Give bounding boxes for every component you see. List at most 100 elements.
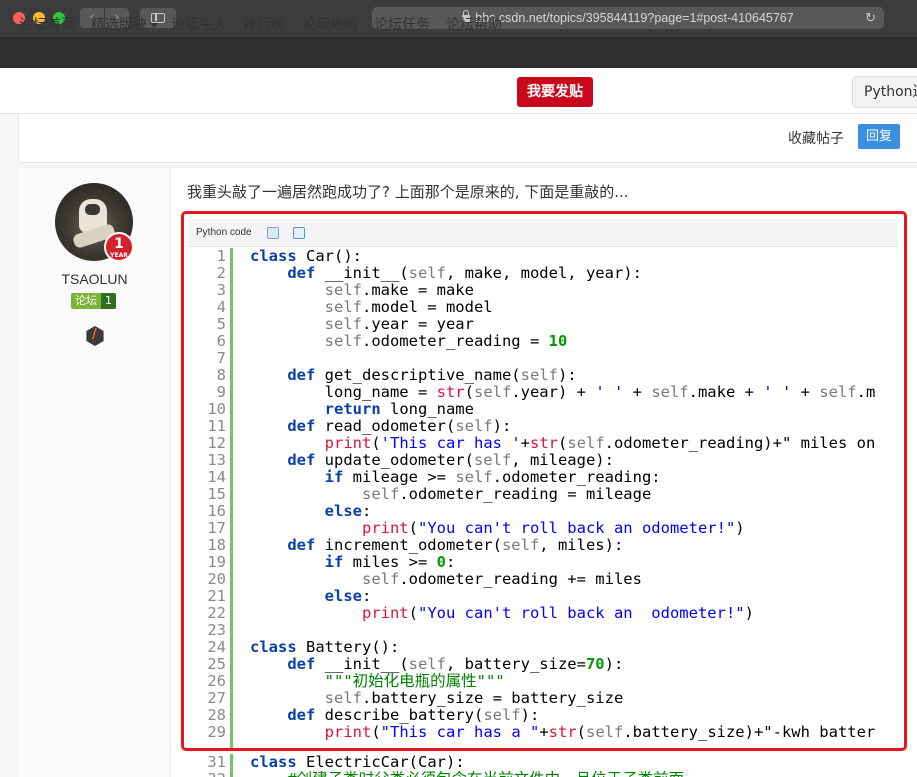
site-nav (0, 68, 917, 114)
code-line: 15 self.odometer_reading = mileage (184, 486, 904, 503)
code-line: 11 def read_odometer(self): (184, 418, 904, 435)
line-number: 1 (216, 247, 226, 265)
code-text: def describe_battery(self): (287, 706, 540, 724)
code-text: def __init__(self, battery_size=70): (287, 655, 624, 673)
code-line: 21 else: (184, 588, 904, 605)
line-number: 26 (207, 672, 226, 690)
badge-year-label: YEAR (110, 252, 128, 259)
code-text: self.battery_size = battery_size (324, 689, 624, 707)
code-text: def update_odometer(self, mileage): (287, 451, 614, 469)
code-text: print("You can't roll back an odometer!"… (361, 604, 754, 622)
post-actions-bar (18, 114, 917, 163)
browser-chrome: ‹ › bbs.csdn.net/topics/395844119?page=1… (0, 0, 917, 68)
level-label: 论坛 (71, 293, 101, 309)
line-number: 17 (207, 519, 226, 537)
new-post-button[interactable]: 我要发贴 (517, 77, 593, 107)
level-value: 1 (101, 293, 116, 309)
post-text: 我重头敲了一遍居然跑成功了? 上面那个是原来的, 下面是重敲的... (187, 183, 629, 201)
code-text: def get_descriptive_name(self): (287, 366, 577, 384)
code-line: 12 print('This car has '+str(self.odomet… (184, 435, 904, 452)
line-number: 29 (207, 723, 226, 741)
nav-experts[interactable]: 论坛牛人 (171, 14, 227, 34)
line-number: 18 (207, 536, 226, 554)
line-number: 5 (216, 315, 226, 333)
code-line: 17 print("You can't roll back an odomete… (184, 520, 904, 537)
line-number: 27 (207, 689, 226, 707)
code-line: 10 return long_name (184, 401, 904, 418)
code-line: 29 print("This car has a "+str(self.batt… (184, 724, 904, 741)
code-line: 9 long_name = str(self.year) + ' ' + sel… (184, 384, 904, 401)
line-number: 6 (216, 332, 226, 350)
reply-button[interactable]: 回复 (858, 124, 900, 149)
category-button[interactable]: Python进 (852, 76, 917, 108)
code-line: 26 """初始化电瓶的属性""" (184, 673, 904, 690)
badge-number: 1 (114, 236, 124, 252)
code-line: 18 def increment_odometer(self, miles): (184, 537, 904, 554)
code-text: def increment_odometer(self, miles): (287, 536, 624, 554)
line-number: 31 (207, 754, 226, 771)
code-text: print('This car has '+str(self.odometer_… (324, 434, 876, 452)
reload-icon[interactable]: ↻ (865, 7, 876, 29)
code-language-label: Python code (196, 227, 252, 238)
nav-forum-tasks[interactable]: 论坛任务 (374, 14, 430, 34)
code-text: self.model = model (324, 298, 493, 316)
line-number: 32 (189, 771, 226, 777)
year-badge: 1 YEAR (104, 232, 134, 262)
line-number: 25 (207, 655, 226, 673)
code-line: 23 (184, 622, 904, 639)
line-number: 8 (216, 366, 226, 384)
line-number: 16 (207, 502, 226, 520)
line-number: 23 (207, 621, 226, 639)
favorite-post-link[interactable]: 收藏帖子 (788, 128, 844, 148)
username[interactable]: TSAOLUN (18, 271, 171, 287)
code-line: 31 class ElectricCar(Car): (184, 754, 914, 771)
code-line: 28 def describe_battery(self): (184, 707, 904, 724)
code-line: 27 self.battery_size = battery_size (184, 690, 904, 707)
code-block: Python code 1 class Car(): 2 def __init__(… (181, 211, 907, 751)
code-text: self.odometer_reading += miles (361, 570, 642, 588)
code-text: else: (324, 502, 372, 520)
copy-code-icon[interactable] (267, 227, 279, 239)
nav-forum-home[interactable]: 论坛首页 (19, 14, 75, 34)
code-line: 7 (184, 350, 904, 367)
code-text: print("This car has a "+str(self.battery… (324, 723, 876, 741)
tab-strip (0, 37, 917, 68)
code-text: else: (324, 587, 372, 605)
code-line: 25 def __init__(self, battery_size=70): (184, 656, 904, 673)
code-text: self.odometer_reading = 10 (324, 332, 568, 350)
nav-featured-sections[interactable]: 精选版块 (91, 14, 158, 34)
code-text: if miles >= 0: (324, 553, 456, 571)
line-number: 15 (207, 485, 226, 503)
code-text: self.year = year (324, 315, 474, 333)
code-text: class ElectricCar(Car): (250, 754, 465, 771)
code-line: 5 self.year = year (184, 316, 904, 333)
code-line: 3 self.make = make (184, 282, 904, 299)
line-number: 3 (216, 281, 226, 299)
code-lines: 1 class Car(): 2 def __init__(self, make, … (184, 248, 904, 741)
line-number: 13 (207, 451, 226, 469)
code-text: #创建子类时父类必须包含在当前文件中，且位于子类前面 (250, 771, 684, 777)
code-text: self.make = make (324, 281, 474, 299)
code-line: 22 print("You can't roll back an odomete… (184, 605, 904, 622)
code-line: 16 else: (184, 503, 904, 520)
nav-forum-help[interactable]: 论坛帮助 (446, 14, 502, 34)
line-number: 19 (207, 553, 226, 571)
code-text: """初始化电瓶的属性""" (324, 672, 505, 690)
nav-ranking[interactable]: 排行榜 (243, 14, 285, 34)
line-number: 10 (207, 400, 226, 418)
code-text: class Car(): (250, 247, 362, 265)
url-text: bbs.csdn.net/topics/395844119?page=1#pos… (475, 11, 794, 25)
nav-featured-label: 精选版块 (91, 17, 147, 33)
code-line: 24 class Battery(): (184, 639, 904, 656)
caret-down-icon (150, 22, 158, 28)
nav-forum-map[interactable]: 论坛地图 (302, 14, 358, 34)
code-line: 4 self.model = model (184, 299, 904, 316)
code-line: 20 self.odometer_reading += miles (184, 571, 904, 588)
code-text: def __init__(self, make, model, year): (287, 264, 642, 282)
line-number: 20 (207, 570, 226, 588)
view-source-icon[interactable] (293, 227, 305, 239)
line-number: 2 (216, 264, 226, 282)
code-text: class Battery(): (250, 638, 400, 656)
code-text: return long_name (324, 400, 474, 418)
code-text: def read_odometer(self): (287, 417, 512, 435)
